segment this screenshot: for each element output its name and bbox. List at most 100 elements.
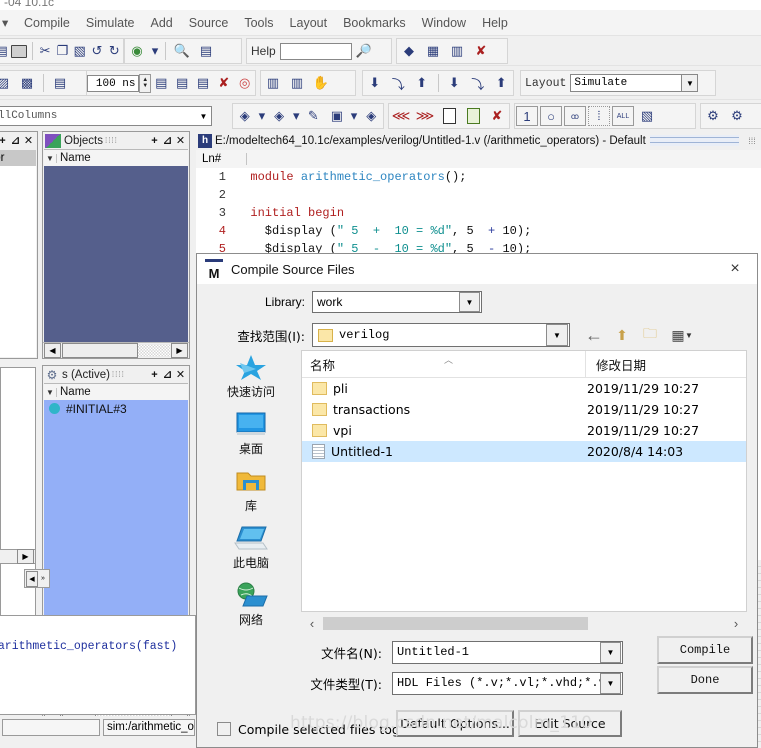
place-item-quick-access[interactable]: 快速访问 bbox=[201, 352, 301, 400]
step-over-icon[interactable]: ⤵ bbox=[388, 72, 410, 94]
break-icon[interactable]: ✘ bbox=[214, 72, 233, 94]
radix-custom-icon[interactable]: ▧ bbox=[636, 105, 658, 127]
menu-item-add[interactable]: Add bbox=[143, 13, 181, 33]
step-out-wave-icon[interactable]: ⬆ bbox=[490, 72, 512, 94]
editor-drag-grip[interactable] bbox=[649, 135, 739, 146]
run-length-stepper[interactable]: ▲ ▼ bbox=[139, 73, 151, 93]
save-wave-icon[interactable]: ▣ bbox=[326, 105, 348, 127]
close-icon[interactable]: ✕ bbox=[22, 134, 35, 147]
place-item-libraries[interactable]: 库 bbox=[201, 466, 301, 514]
gear-blue-icon[interactable]: ⚙ bbox=[726, 105, 748, 127]
place-item-desktop[interactable]: 桌面 bbox=[201, 409, 301, 457]
panel-grip[interactable]: ⁞⁞⁞⁞ bbox=[110, 370, 127, 379]
menu-item-bookmarks[interactable]: Bookmarks bbox=[335, 13, 414, 33]
scroll-thumb[interactable] bbox=[323, 616, 588, 630]
restart-icon[interactable]: ▤ bbox=[49, 72, 71, 94]
copy-icon[interactable]: ❐ bbox=[55, 40, 70, 62]
menu-item-source[interactable]: Source bbox=[181, 13, 237, 33]
dialog-title-bar[interactable]: M Compile Source Files bbox=[197, 254, 757, 284]
dialog-close-button[interactable]: × bbox=[713, 254, 757, 284]
profile-icon[interactable]: ▥ bbox=[262, 72, 284, 94]
done-button[interactable]: Done bbox=[657, 666, 753, 694]
delete-cursor-icon[interactable]: ✘ bbox=[486, 105, 508, 127]
file-list-column-date[interactable]: 修改日期 bbox=[586, 351, 746, 377]
grid-icon[interactable]: ▦ bbox=[422, 40, 444, 62]
file-list[interactable]: 名称 修改日期 ︿ pli 2019/11/29 10:27 transacti… bbox=[301, 350, 747, 612]
back-arrow-icon[interactable]: ← bbox=[582, 324, 606, 346]
file-list-hscrollbar[interactable]: ‹ › bbox=[301, 612, 747, 634]
file-type-select[interactable]: HDL Files (*.v;*.vl;*.vhd;*.vhdl;*.vh ▼ bbox=[392, 671, 623, 695]
panel-grip[interactable]: ⁞⁞⁞⁞ bbox=[103, 136, 120, 145]
scroll-left-icon[interactable]: ◀ bbox=[26, 570, 38, 587]
radix-ascii-icon[interactable]: ALL bbox=[612, 106, 634, 126]
library-select[interactable]: work ▼ bbox=[312, 291, 482, 313]
wave-left-icon[interactable]: ▨ bbox=[0, 72, 14, 94]
left-clipped-hscrollbar[interactable]: ▶ bbox=[0, 549, 36, 564]
gear-red-icon[interactable]: ⚙ bbox=[702, 105, 724, 127]
compile-button[interactable]: Compile bbox=[657, 636, 753, 664]
table-row[interactable]: transactions 2019/11/29 10:27 bbox=[302, 399, 746, 420]
list-item[interactable]: perator bbox=[0, 150, 36, 166]
radix-decimal-icon[interactable]: ⦙ bbox=[588, 106, 610, 126]
help-search-icon[interactable]: 🔎 bbox=[353, 40, 375, 62]
radix-binary-icon[interactable]: 1 bbox=[516, 106, 538, 126]
prev-cursor-icon[interactable]: ⋘ bbox=[390, 105, 412, 127]
close-icon[interactable]: ✕ bbox=[174, 134, 187, 147]
list-item[interactable]: .#3 bbox=[0, 166, 36, 182]
compile-icon[interactable]: ◉ bbox=[126, 40, 148, 62]
radix-hex-icon[interactable]: ꝏ bbox=[564, 106, 586, 126]
remove-wave-dropdown-icon[interactable]: ▾ bbox=[292, 105, 301, 127]
scroll-right-icon[interactable]: ▶ bbox=[17, 549, 34, 564]
maximize-icon[interactable]: ⊿ bbox=[161, 134, 174, 147]
menu-item-clipped[interactable]: ▾ bbox=[0, 12, 16, 33]
scroll-track[interactable] bbox=[323, 616, 725, 630]
run-icon[interactable]: ▤ bbox=[152, 72, 171, 94]
run-all-icon[interactable]: ▤ bbox=[194, 72, 213, 94]
radix-octal-icon[interactable]: ○ bbox=[540, 106, 562, 126]
open-wave-icon[interactable]: ◈ bbox=[360, 105, 382, 127]
new-doc-icon[interactable] bbox=[438, 105, 460, 127]
add-wave-dropdown-icon[interactable]: ▾ bbox=[258, 105, 267, 127]
simulate-icon[interactable]: ▥ bbox=[446, 40, 468, 62]
editor-panel-grip-icon[interactable]: ⁞⁞⁞ bbox=[743, 136, 761, 146]
step-out-icon[interactable]: ⬆ bbox=[411, 72, 433, 94]
chevron-down-icon[interactable]: ▼ bbox=[600, 672, 621, 694]
transcript-panel[interactable]: .arithmetic_operators(fast) bbox=[0, 615, 196, 715]
workspace-list[interactable]: perator .#3 ity# bbox=[0, 150, 36, 357]
new-folder-icon[interactable]: 🗀 bbox=[638, 324, 662, 346]
layout-select[interactable]: Simulate ▼ bbox=[570, 74, 699, 92]
maximize-icon[interactable]: ⊿ bbox=[9, 134, 22, 147]
place-item-network[interactable]: 网络 bbox=[201, 580, 301, 628]
wave-right-icon[interactable]: ▩ bbox=[16, 72, 38, 94]
scroll-track[interactable] bbox=[138, 344, 170, 357]
help-search-input[interactable] bbox=[279, 42, 352, 60]
add-wave-icon[interactable]: ◈ bbox=[234, 105, 256, 127]
scroll-right-icon[interactable]: ▶ bbox=[171, 343, 188, 358]
save-wave-dropdown-icon[interactable]: ▾ bbox=[350, 105, 359, 127]
up-folder-icon[interactable]: ⬆ bbox=[610, 324, 634, 346]
look-in-select[interactable]: verilog ▼ bbox=[312, 323, 570, 347]
scroll-thumb[interactable] bbox=[62, 343, 138, 358]
code-line[interactable]: 3 initial begin bbox=[196, 204, 761, 222]
redo-icon[interactable]: ↻ bbox=[107, 40, 122, 62]
dock-icon[interactable]: + bbox=[148, 134, 161, 147]
menu-item-layout[interactable]: Layout bbox=[282, 13, 336, 33]
maximize-icon[interactable]: ⊿ bbox=[161, 368, 174, 381]
objects-list[interactable] bbox=[44, 166, 188, 342]
editor-title-bar[interactable]: h E:/modeltech64_10.1c/examples/verilog/… bbox=[196, 131, 761, 151]
menu-item-tools[interactable]: Tools bbox=[236, 13, 281, 33]
scroll-left-icon[interactable]: ‹ bbox=[301, 616, 323, 631]
close-icon[interactable]: ✕ bbox=[174, 368, 187, 381]
table-row[interactable]: Untitled-1 2020/8/4 14:03 bbox=[302, 441, 746, 462]
chevron-down-icon[interactable]: ▼ bbox=[546, 324, 568, 346]
step-into-wave-icon[interactable]: ⬇ bbox=[443, 72, 465, 94]
menu-item-window[interactable]: Window bbox=[414, 13, 474, 33]
list-item[interactable]: #INITIAL#3 bbox=[44, 400, 188, 417]
place-item-this-pc[interactable]: 此电脑 bbox=[201, 523, 301, 571]
filter-icon[interactable]: ▼ bbox=[44, 153, 57, 163]
hand-pan-icon[interactable]: ✋ bbox=[310, 72, 332, 94]
compile-all-icon[interactable]: ◆ bbox=[398, 40, 420, 62]
save-icon[interactable]: ▤ bbox=[0, 40, 9, 62]
undo-icon[interactable]: ↺ bbox=[89, 40, 104, 62]
find-binoculars-icon[interactable]: 🔍 bbox=[171, 40, 193, 62]
